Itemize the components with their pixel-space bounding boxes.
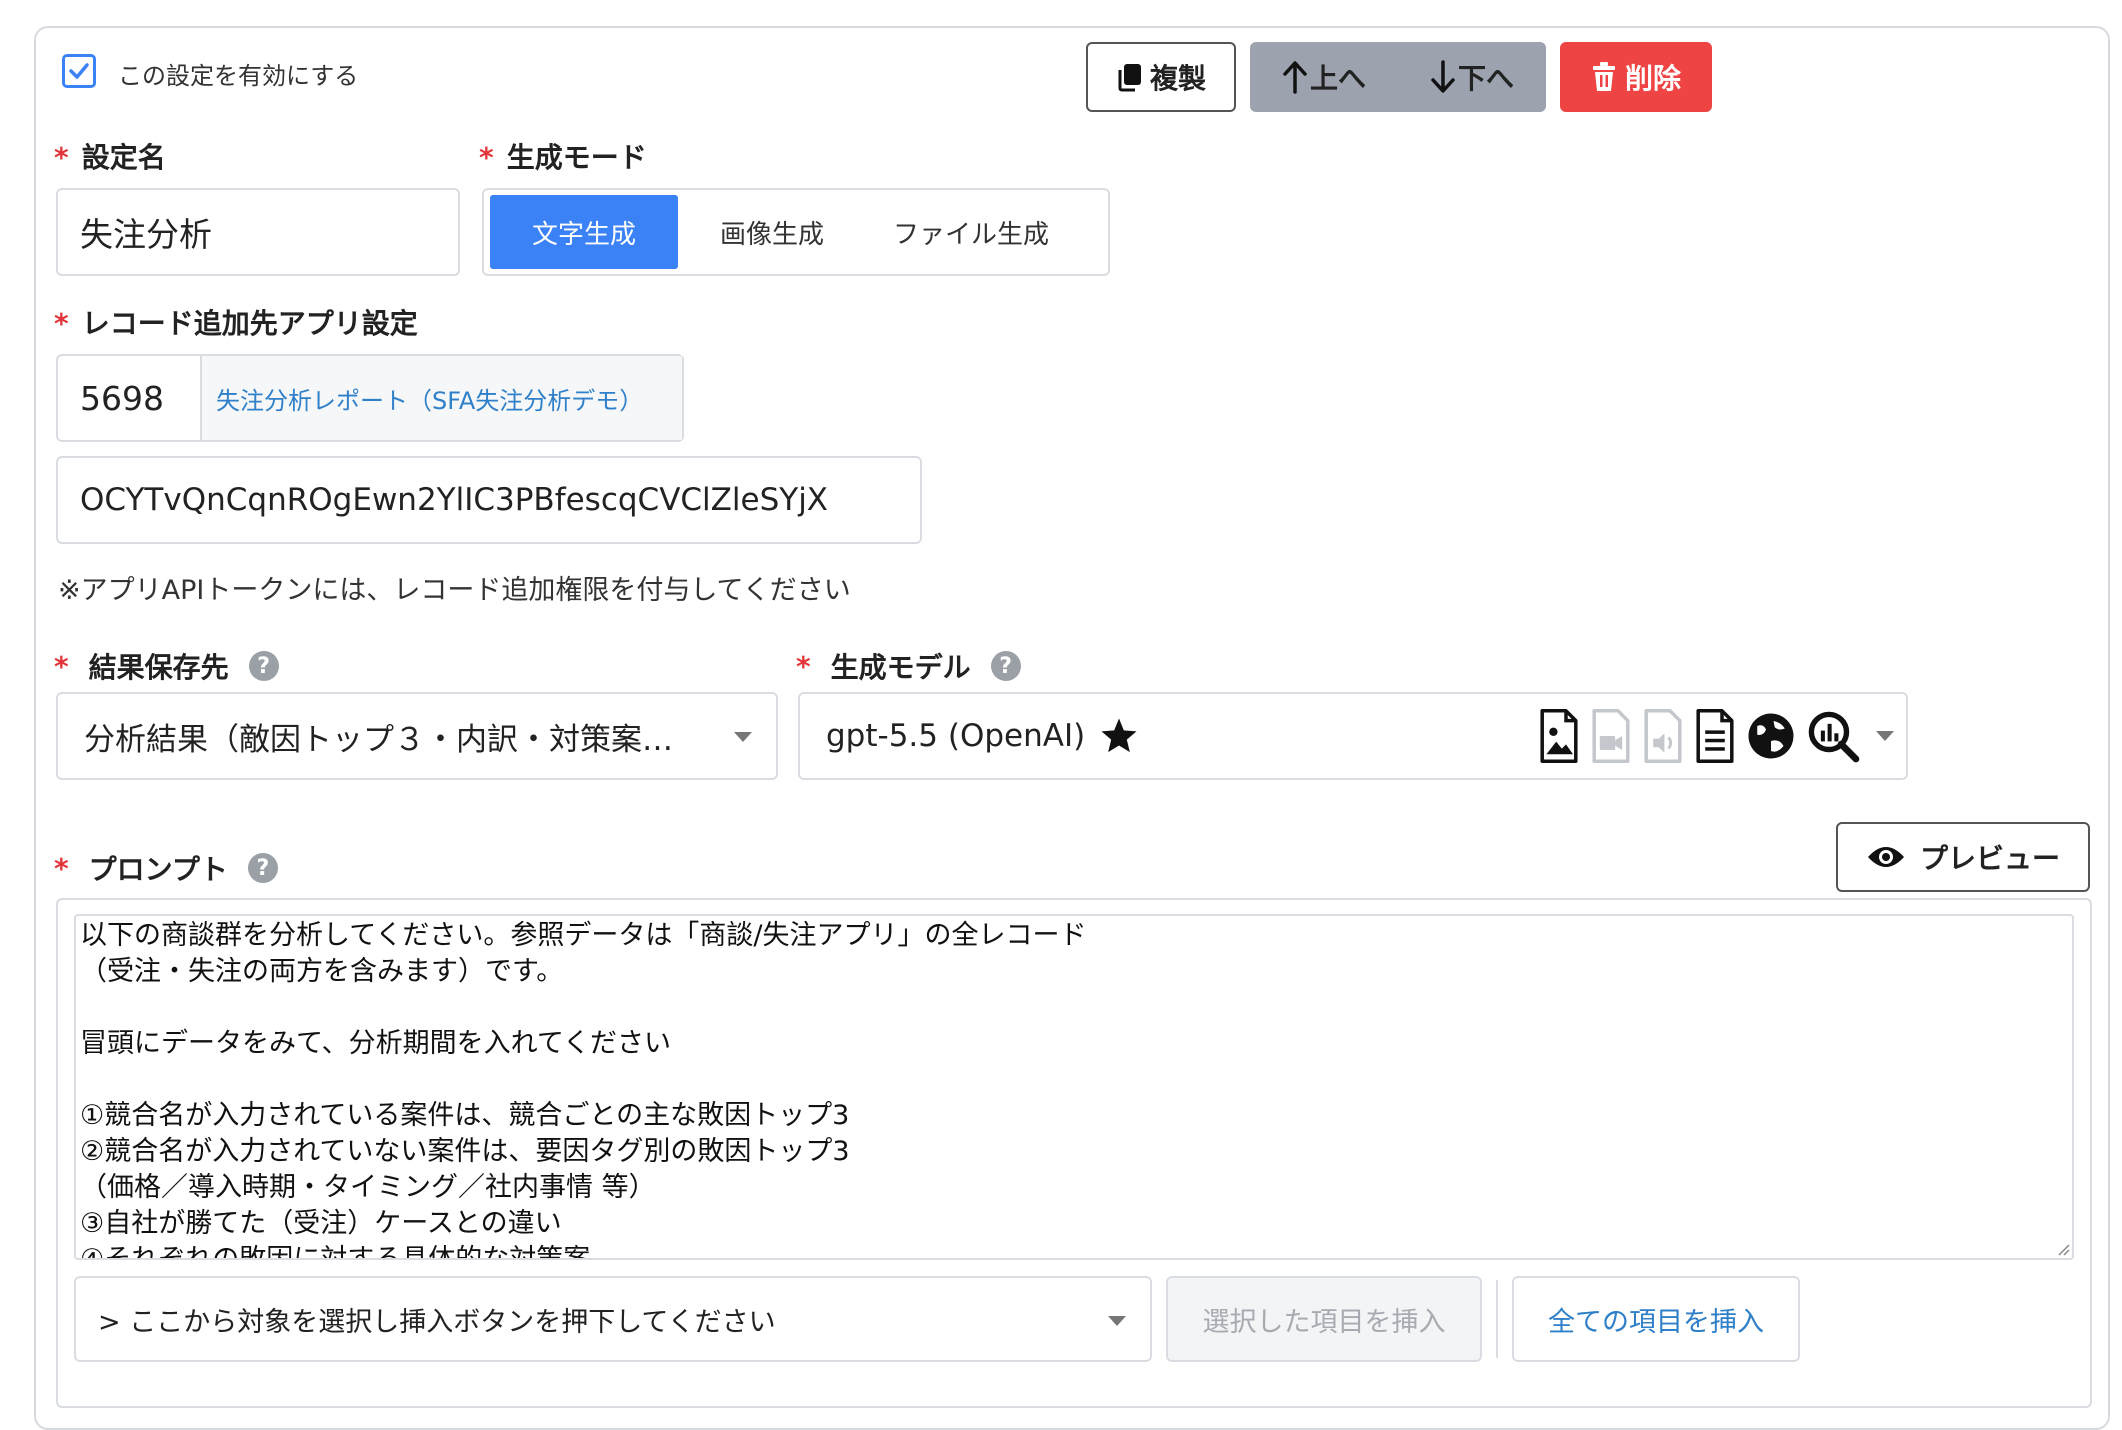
result-dest-label-row: * 結果保存先 ?	[54, 646, 279, 686]
chevron-down-icon	[1876, 731, 1894, 741]
copy-icon	[1118, 64, 1141, 92]
arrow-up-icon	[1283, 61, 1307, 94]
api-token-note: ※アプリAPIトークンには、レコード追加権限を付与してください	[58, 575, 851, 606]
record-app-label-row: * レコード追加先アプリ設定	[54, 302, 418, 342]
mode-image-option[interactable]: 画像生成	[678, 195, 866, 269]
field-select[interactable]: > ここから対象を選択し挿入ボタンを押下してください	[74, 1276, 1152, 1362]
required-mark: *	[54, 141, 69, 174]
result-dest-value: 分析結果（敵因トップ３・内訳・対策案…	[84, 721, 673, 758]
model-label: 生成モデル	[830, 651, 971, 684]
star-icon	[1101, 718, 1137, 753]
required-mark: *	[479, 141, 494, 174]
prompt-line: ③自社が勝てた（受注）ケースとの違い	[80, 1208, 562, 1239]
field-select-placeholder: > ここから対象を選択し挿入ボタンを押下してください	[98, 1306, 776, 1338]
help-icon[interactable]: ?	[990, 651, 1021, 681]
chevron-down-icon	[734, 732, 752, 742]
prompt-line: ②競合名が入力されていない案件は、要因タグ別の敗因トップ3	[80, 1136, 850, 1167]
mode-label-row: * 生成モード	[479, 136, 647, 176]
result-dest-select[interactable]: 分析結果（敵因トップ３・内訳・対策案…	[56, 692, 778, 780]
search-chart-icon	[1808, 711, 1860, 763]
arrow-down-icon	[1431, 60, 1455, 93]
audio-file-icon	[1644, 709, 1682, 763]
setting-name-label: 設定名	[81, 141, 166, 174]
trash-icon	[1592, 62, 1615, 91]
api-token-input[interactable]: OCYTvQnCqnROgEwn2YlIC3PBfescqCVClZleSYjX	[56, 456, 922, 544]
preview-label: プレビュー	[1919, 842, 2060, 875]
setting-name-input[interactable]: 失注分析	[56, 188, 460, 276]
eye-icon	[1867, 847, 1904, 867]
insert-all-button[interactable]: 全ての項目を挿入	[1512, 1276, 1800, 1362]
prompt-line: ④それぞれの敗因に対する具体的な対策案	[80, 1244, 591, 1260]
move-down-button[interactable]: 下へ	[1398, 42, 1546, 112]
help-icon[interactable]: ?	[247, 853, 278, 883]
prompt-line: 冒頭にデータをみて、分析期間を入れてください	[80, 1028, 672, 1059]
video-file-icon	[1592, 709, 1630, 763]
model-capability-icons	[1538, 708, 1894, 764]
app-name-link[interactable]: 失注分析レポート（SFA失注分析デモ）	[202, 356, 682, 440]
required-mark: *	[54, 307, 69, 340]
enable-label: この設定を有効にする	[118, 62, 359, 90]
prompt-textarea[interactable]: 以下の商談群を分析してください。参照データは「商談/失注アプリ」の全レコード （受…	[74, 914, 2074, 1260]
settings-card: この設定を有効にする 複製 上へ 下へ 削除 * 設定名 失注分析 * 生成モー…	[34, 26, 2110, 1430]
prompt-text: 以下の商談群を分析してください。参照データは「商談/失注アプリ」の全レコード （受…	[80, 918, 2068, 1260]
move-up-label: 上へ	[1309, 62, 1366, 95]
app-id-group: 5698 失注分析レポート（SFA失注分析デモ）	[56, 354, 684, 442]
record-app-label: レコード追加先アプリ設定	[81, 307, 418, 340]
mode-segmented-control: 文字生成 画像生成 ファイル生成	[482, 188, 1110, 276]
enable-checkbox[interactable]	[62, 54, 96, 88]
help-icon[interactable]: ?	[248, 651, 279, 681]
move-down-label: 下へ	[1457, 62, 1514, 95]
move-button-group: 上へ 下へ	[1250, 42, 1546, 112]
mode-text-option[interactable]: 文字生成	[490, 195, 678, 269]
duplicate-button[interactable]: 複製	[1086, 42, 1236, 112]
insert-selected-button[interactable]: 選択した項目を挿入	[1166, 1276, 1482, 1362]
insert-selected-label: 選択した項目を挿入	[1202, 1306, 1446, 1338]
chevron-down-icon	[1108, 1316, 1126, 1326]
setting-name-value: 失注分析	[80, 215, 212, 254]
app-name-text: 失注分析レポート（SFA失注分析デモ）	[216, 386, 644, 415]
prompt-line: 以下の商談群を分析してください。参照データは「商談/失注アプリ」の全レコード	[80, 920, 1087, 951]
prompt-line: （受注・失注の両方を含みます）です。	[80, 956, 564, 987]
app-id-input[interactable]: 5698	[58, 356, 202, 440]
prompt-label-row: * プロンプト ?	[54, 848, 278, 888]
required-mark: *	[54, 649, 69, 683]
delete-label: 削除	[1624, 62, 1681, 95]
app-id-value: 5698	[80, 378, 164, 418]
setting-name-label-row: * 設定名	[54, 136, 166, 176]
prompt-panel: 以下の商談群を分析してください。参照データは「商談/失注アプリ」の全レコード （受…	[56, 898, 2092, 1408]
api-token-value: OCYTvQnCqnROgEwn2YlIC3PBfescqCVClZleSYjX	[80, 482, 829, 518]
insert-all-label: 全ての項目を挿入	[1548, 1306, 1764, 1338]
preview-button[interactable]: プレビュー	[1836, 822, 2090, 892]
mode-label: 生成モード	[506, 141, 647, 174]
resize-handle-icon[interactable]	[2054, 1240, 2070, 1256]
duplicate-label: 複製	[1149, 62, 1206, 95]
required-mark: *	[796, 649, 811, 683]
mode-file-option[interactable]: ファイル生成	[866, 195, 1076, 269]
model-label-row: * 生成モデル ?	[796, 646, 1021, 686]
prompt-line: （価格／導入時期・タイミング／社内事情 等）	[80, 1172, 656, 1203]
prompt-line: ①競合名が入力されている案件は、競合ごとの主な敗因トップ3	[80, 1100, 850, 1131]
delete-button[interactable]: 削除	[1560, 42, 1712, 112]
prompt-label: プロンプト	[88, 853, 228, 886]
image-file-icon	[1540, 709, 1578, 763]
move-up-button[interactable]: 上へ	[1250, 42, 1398, 112]
button-divider	[1496, 1280, 1498, 1358]
required-mark: *	[54, 851, 69, 885]
model-value: gpt-5.5 (OpenAI)	[826, 718, 1086, 754]
globe-icon	[1748, 713, 1794, 759]
model-select[interactable]: gpt-5.5 (OpenAI)	[798, 692, 1908, 780]
text-file-icon	[1696, 709, 1734, 763]
prompt-line	[80, 990, 2068, 1026]
prompt-line	[80, 1062, 2068, 1098]
check-icon	[69, 63, 89, 79]
result-dest-label: 結果保存先	[88, 651, 229, 684]
